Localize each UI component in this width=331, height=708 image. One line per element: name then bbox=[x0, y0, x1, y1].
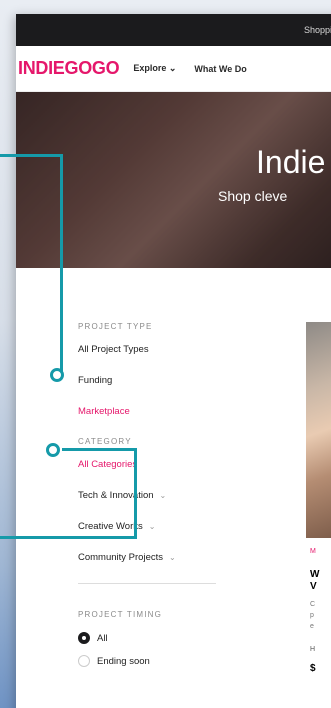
annotation-dot-icon bbox=[50, 368, 64, 382]
topbar-shopping-link[interactable]: Shopping bbox=[304, 25, 331, 35]
annotation-line bbox=[62, 448, 136, 451]
annotation-line bbox=[60, 154, 63, 372]
nav-explore[interactable]: Explore ⌄ bbox=[133, 63, 176, 74]
nav-explore-label: Explore bbox=[133, 63, 167, 73]
chevron-down-icon: ⌄ bbox=[148, 522, 156, 531]
timing-option-ending-soon[interactable]: Ending soon bbox=[78, 655, 238, 667]
project-timing-title: PROJECT TIMING bbox=[78, 610, 163, 619]
filter-tech-innovation-label: Tech & Innovation bbox=[78, 490, 154, 501]
product-desc-line-3: e bbox=[310, 623, 314, 630]
product-raised-label: H bbox=[310, 646, 316, 653]
chevron-down-icon: ⌄ bbox=[168, 63, 177, 73]
filter-marketplace[interactable]: Marketplace bbox=[78, 406, 238, 417]
indiegogo-logo[interactable]: INDIEGOGO bbox=[18, 58, 120, 79]
product-title[interactable]: W V bbox=[310, 569, 331, 593]
nav-what-we-do[interactable]: What We Do bbox=[194, 64, 246, 74]
filter-community-projects[interactable]: Community Projects ⌄ bbox=[78, 552, 238, 563]
filter-all-categories[interactable]: All Categories bbox=[78, 459, 238, 470]
filter-funding[interactable]: Funding bbox=[78, 375, 238, 386]
hero-subtitle: Shop cleve bbox=[218, 188, 288, 204]
filter-divider bbox=[78, 583, 216, 584]
filter-creative-works[interactable]: Creative Works ⌄ bbox=[78, 521, 238, 532]
hero-banner: Indie Shop cleve bbox=[16, 92, 331, 268]
product-desc-line-2: p bbox=[310, 612, 314, 619]
filter-all-project-types[interactable]: All Project Types bbox=[78, 344, 238, 355]
chevron-down-icon: ⌄ bbox=[169, 553, 176, 562]
filter-tech-innovation[interactable]: Tech & Innovation ⌄ bbox=[78, 490, 238, 501]
product-desc-line-1: C bbox=[310, 601, 316, 608]
main-nav: INDIEGOGO Explore ⌄ What We Do bbox=[16, 46, 331, 92]
product-title-line-2: V bbox=[310, 581, 317, 592]
product-badge: M bbox=[310, 548, 316, 555]
timing-option-all-label: All bbox=[97, 632, 108, 644]
product-card[interactable]: M W V C p e H $ bbox=[306, 322, 331, 708]
product-image[interactable] bbox=[306, 322, 331, 538]
radio-unchecked-icon[interactable] bbox=[78, 655, 90, 667]
project-type-title: PROJECT TYPE bbox=[78, 322, 153, 331]
radio-checked-icon[interactable] bbox=[78, 632, 90, 644]
annotation-dot-icon bbox=[46, 443, 60, 457]
annotation-line bbox=[0, 154, 62, 157]
hero-title: Indie bbox=[256, 144, 326, 180]
chevron-down-icon: ⌄ bbox=[159, 491, 167, 500]
annotation-line bbox=[134, 448, 137, 538]
category-title: CATEGORY bbox=[78, 437, 132, 446]
product-title-line-1: W bbox=[310, 569, 320, 580]
filter-community-projects-label: Community Projects bbox=[78, 552, 163, 563]
timing-option-ending-soon-label: Ending soon bbox=[97, 655, 150, 667]
top-bar: Shopping bbox=[16, 14, 331, 46]
product-amount: $ bbox=[310, 663, 316, 674]
filters-sidebar: PROJECT TYPE All Project Types Funding M… bbox=[78, 322, 238, 678]
timing-option-all[interactable]: All bbox=[78, 632, 238, 644]
annotation-line bbox=[0, 536, 137, 539]
product-description: C p e bbox=[310, 599, 331, 632]
